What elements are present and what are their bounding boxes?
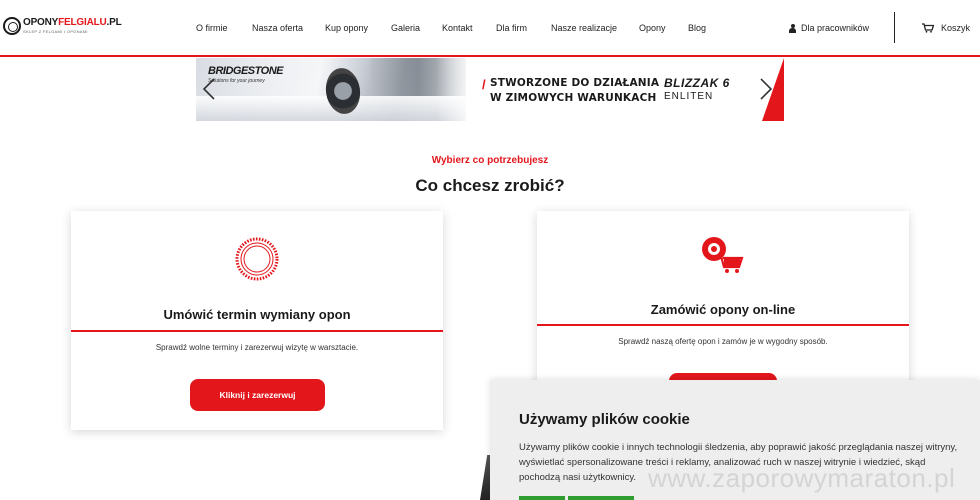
wheel-icon xyxy=(3,17,21,35)
tire-icon xyxy=(235,237,279,281)
user-icon xyxy=(789,23,796,33)
promo-banner[interactable]: BRIDGESTONE Solutions for your journey /… xyxy=(196,58,784,121)
banner-headline: STWORZONE DO DZIAŁANIA W ZIMOWYCH WARUNK… xyxy=(490,76,659,106)
section-title: Co chcesz zrobić? xyxy=(415,176,565,195)
site-header: OPONYFELGIALU.PL SKLEP Z FELGAMI I OPONA… xyxy=(0,0,980,57)
banner-brand: BRIDGESTONE xyxy=(208,65,283,77)
card-order-online: Zamówić opony on-line Sprawdź naszą ofer… xyxy=(537,211,909,393)
banner-headline-line2: W ZIMOWYCH WARUNKACH xyxy=(490,92,657,104)
slider-next-button[interactable] xyxy=(759,78,773,100)
cookie-title: Używamy plików cookie xyxy=(519,411,690,428)
nav-opony[interactable]: Opony xyxy=(639,23,666,33)
banner-product: BLIZZAK 6 xyxy=(664,76,730,90)
header-divider xyxy=(894,12,895,43)
nav-o-firmie[interactable]: O firmie xyxy=(196,23,228,33)
slider-prev-button[interactable] xyxy=(202,78,216,100)
card-book-appointment: Umówić termin wymiany opon Sprawdź wolne… xyxy=(71,211,443,430)
banner-fade xyxy=(436,58,476,121)
logo-wordmark: OPONYFELGIALU.PL xyxy=(23,17,122,28)
card-divider xyxy=(71,330,443,332)
chevron-left-icon xyxy=(202,78,215,100)
banner-headline-line1: STWORZONE DO DZIAŁANIA xyxy=(490,77,660,89)
nav-blog[interactable]: Blog xyxy=(688,23,706,33)
nav-kontakt[interactable]: Kontakt xyxy=(442,23,473,33)
employee-link[interactable]: Dla pracowników xyxy=(789,23,869,33)
site-logo[interactable]: OPONYFELGIALU.PL SKLEP Z FELGAMI I OPONA… xyxy=(3,17,122,35)
watermark: www.zaporowymaraton.pl xyxy=(648,463,956,493)
nav-kup-opony[interactable]: Kup opony xyxy=(325,23,368,33)
cart-icon xyxy=(922,23,934,33)
logo-tld: .PL xyxy=(106,17,122,28)
book-appointment-button[interactable]: Kliknij i zarezerwuj xyxy=(190,379,325,411)
logo-text: OPONYFELGIALU.PL SKLEP Z FELGAMI I OPONA… xyxy=(23,17,122,34)
card-description: Sprawdź naszą ofertę opon i zamów je w w… xyxy=(618,337,828,346)
cookie-accept-button[interactable] xyxy=(519,496,565,500)
banner-slash-mark: / xyxy=(482,77,486,92)
chevron-right-icon xyxy=(760,78,773,100)
nav-dla-firm[interactable]: Dla firm xyxy=(496,23,527,33)
employee-label: Dla pracowników xyxy=(801,23,870,33)
section-subtitle: Wybierz co potrzebujesz xyxy=(431,155,549,166)
cart-link[interactable]: Koszyk xyxy=(922,23,970,33)
cart-label: Koszyk xyxy=(941,23,971,33)
card-divider xyxy=(537,324,909,326)
banner-brand-tagline: Solutions for your journey xyxy=(208,78,265,84)
card-title: Umówić termin wymiany opon xyxy=(163,307,351,322)
nav-nasze-realizacje[interactable]: Nasze realizacje xyxy=(551,23,617,33)
banner-product-sub: ENLITEN xyxy=(664,91,714,102)
cookie-settings-button[interactable] xyxy=(568,496,634,500)
card-description: Sprawdź wolne terminy i zarezerwuj wizyt… xyxy=(155,343,359,352)
logo-tagline: SKLEP Z FELGAMI I OPONAMI xyxy=(23,29,88,34)
nav-galeria[interactable]: Galeria xyxy=(391,23,420,33)
card-title: Zamówić opony on-line xyxy=(650,302,796,317)
logo-dark-part: OPONY xyxy=(23,17,59,28)
tire-cart-icon xyxy=(702,237,744,273)
nav-nasza-oferta[interactable]: Nasza oferta xyxy=(252,23,303,33)
logo-red-part: FELGIALU xyxy=(58,17,107,28)
